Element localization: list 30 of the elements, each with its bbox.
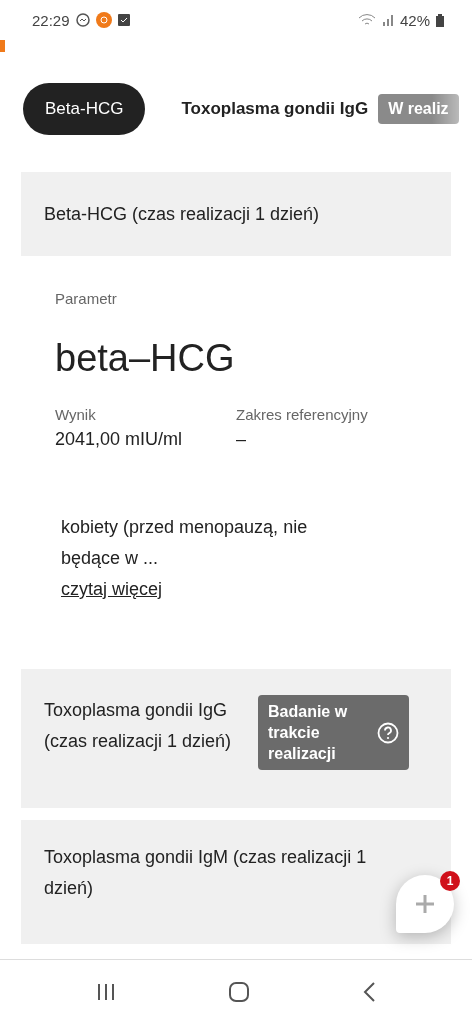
- range-label: Zakres referencyjny: [236, 406, 369, 423]
- notification-badge: 1: [440, 871, 460, 891]
- reference-note: kobiety (przed menopauzą, nie będące w ...: [61, 516, 309, 570]
- test-title: Toxoplasma gondii IgM (czas realizacji 1 dzień): [44, 846, 368, 900]
- recent-apps-icon[interactable]: [96, 983, 116, 1001]
- messenger-icon: [75, 13, 90, 27]
- battery-level: 42%: [399, 11, 430, 29]
- plus-icon: [414, 893, 436, 915]
- test-header: Beta-HCG (czas realizacji 1 dzień): [21, 172, 451, 256]
- home-icon[interactable]: [228, 981, 250, 1003]
- wifi-icon: [357, 13, 376, 27]
- test-tab[interactable]: Beta-HCG: [23, 83, 146, 135]
- range-value: –: [236, 429, 247, 450]
- read-more-link[interactable]: czytaj więcej: [61, 574, 163, 605]
- status-tag: Badanie w trakcie realizacji: [258, 695, 409, 770]
- back-icon[interactable]: [362, 982, 376, 1002]
- test-tab[interactable]: Toxoplasma gondii IgG: [181, 83, 369, 135]
- edge-marker: [0, 40, 5, 52]
- battery-icon: [436, 13, 444, 27]
- help-icon[interactable]: [377, 721, 399, 744]
- status-chip: W realiz: [378, 94, 459, 124]
- result-value: 2041,00 mIU/ml: [55, 429, 184, 450]
- app-icon: [95, 12, 112, 28]
- parameter-label: Parametr: [55, 290, 118, 307]
- clock-time: 22:29: [32, 11, 70, 29]
- test-title: Toxoplasma gondii IgG (czas realizacji 1 dzień): [44, 699, 233, 753]
- parameter-name: beta–HCG: [55, 337, 236, 380]
- checkbox-icon: [117, 14, 130, 26]
- signal-icon: [381, 13, 394, 27]
- result-label: Wynik: [55, 406, 97, 423]
